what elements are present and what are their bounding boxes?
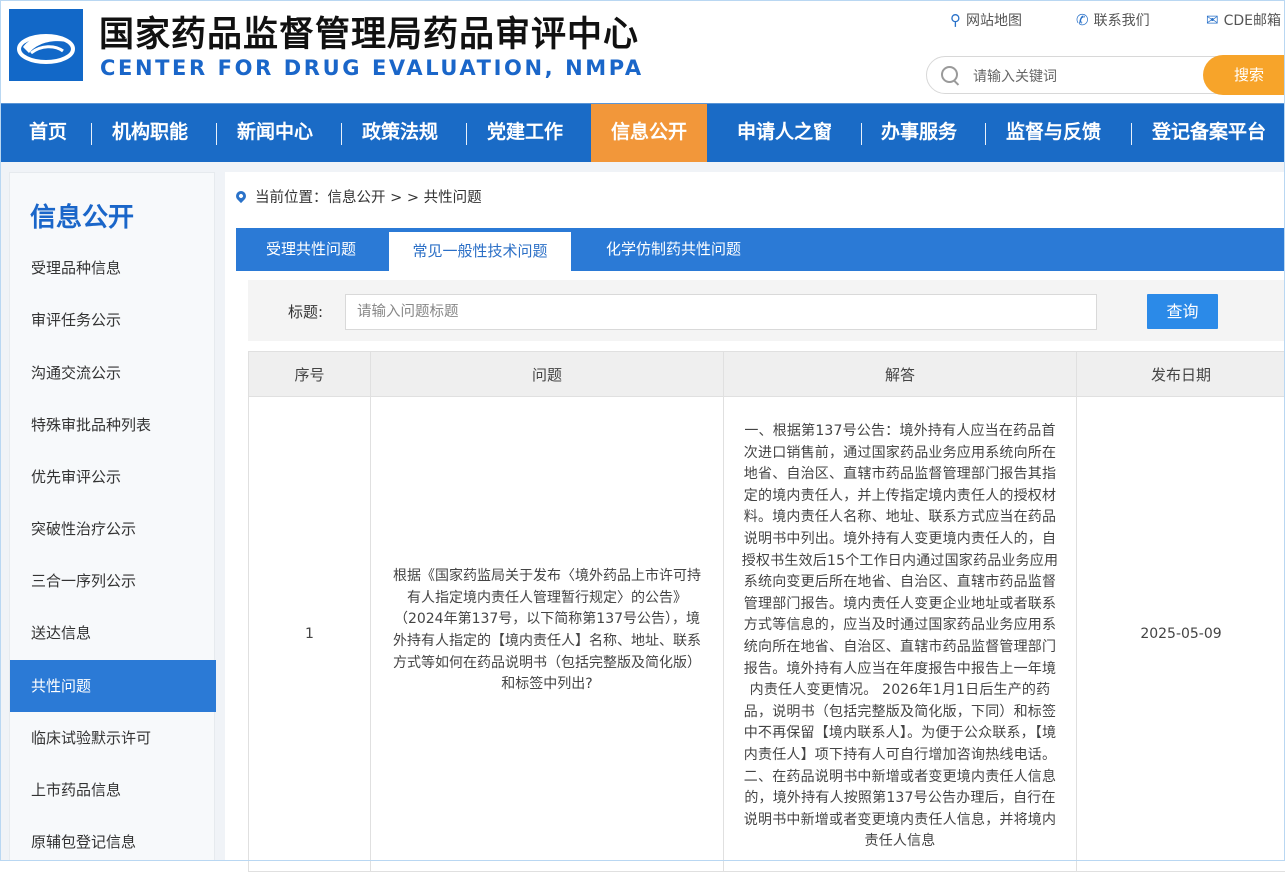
- tab-generic-chemical[interactable]: 化学仿制药共性问题: [571, 228, 776, 271]
- sidebar-item-special-approval[interactable]: 特殊审批品种列表: [10, 399, 216, 451]
- main-nav: 首页 机构职能 新闻中心 政策法规 党建工作 信息公开 申请人之窗 办事服务 监…: [0, 103, 1285, 162]
- nav-separator: [216, 123, 217, 145]
- sidebar-item-api-registration[interactable]: 原辅包登记信息: [10, 816, 216, 868]
- contact-link[interactable]: ✆ 联系我们: [1076, 10, 1150, 30]
- location-pin-icon: [234, 188, 248, 202]
- column-header-answer: 解答: [724, 352, 1077, 397]
- sidebar-item-three-in-one[interactable]: 三合一序列公示: [10, 555, 216, 607]
- site-search-input[interactable]: [971, 63, 1205, 89]
- nav-item-news[interactable]: 新闻中心: [237, 104, 313, 162]
- title-filter-input[interactable]: [345, 294, 1097, 330]
- sidebar-title: 信息公开: [30, 197, 134, 234]
- sidebar-item-common-issues[interactable]: 共性问题: [10, 660, 216, 712]
- nav-item-registration[interactable]: 登记备案平台: [1152, 104, 1266, 162]
- mail-link-label: CDE邮箱: [1224, 10, 1281, 30]
- site-title-cn: 国家药品监督管理局药品审评中心: [99, 6, 639, 57]
- query-button[interactable]: 查询: [1147, 294, 1218, 329]
- site-title-en: CENTER FOR DRUG EVALUATION, NMPA: [100, 56, 644, 80]
- breadcrumb-text: 当前位置：信息公开 > > 共性问题: [255, 186, 482, 207]
- sidebar-item-review-tasks[interactable]: 审评任务公示: [10, 294, 216, 346]
- nav-item-functions[interactable]: 机构职能: [112, 104, 188, 162]
- nav-separator: [861, 123, 862, 145]
- site-logo[interactable]: [9, 9, 83, 81]
- contact-link-label: 联系我们: [1094, 10, 1150, 30]
- mail-link[interactable]: ✉ CDE邮箱: [1206, 10, 1281, 30]
- column-header-date: 发布日期: [1077, 352, 1285, 397]
- table-row: 1 根据《国家药监局关于发布〈境外药品上市许可持有人指定境内责任人管理暂行规定〉…: [249, 397, 1285, 872]
- nav-item-policy[interactable]: 政策法规: [362, 104, 438, 162]
- title-filter-label: 标题:: [288, 301, 323, 322]
- nav-separator: [466, 123, 467, 145]
- sidebar-item-clinical-trial[interactable]: 临床试验默示许可: [10, 712, 216, 764]
- breadcrumb: 当前位置：信息公开 > > 共性问题: [236, 186, 482, 207]
- sidebar-item-breakthrough[interactable]: 突破性治疗公示: [10, 503, 216, 555]
- mail-icon: ✉: [1206, 11, 1219, 29]
- nav-item-home[interactable]: 首页: [29, 104, 67, 162]
- site-search-button[interactable]: 搜索: [1203, 55, 1285, 95]
- nav-item-feedback[interactable]: 监督与反馈: [1006, 104, 1101, 162]
- filter-panel: 标题: 查询: [248, 280, 1285, 341]
- table-header-row: 序号 问题 解答 发布日期: [249, 352, 1285, 397]
- sidebar: 信息公开 受理品种信息 审评任务公示 沟通交流公示 特殊审批品种列表 优先审评公…: [9, 172, 215, 861]
- nav-item-info-disclosure[interactable]: 信息公开: [591, 104, 707, 162]
- nav-item-services[interactable]: 办事服务: [881, 104, 957, 162]
- search-icon: [941, 66, 958, 83]
- row-answer: 一、根据第137号公告：境外持有人应当在药品首次进口销售前，通过国家药品业务应用…: [724, 397, 1077, 872]
- nav-separator: [1131, 123, 1132, 145]
- column-header-question: 问题: [371, 352, 724, 397]
- sidebar-item-priority-review[interactable]: 优先审评公示: [10, 451, 216, 503]
- row-date: 2025-05-09: [1077, 397, 1285, 872]
- map-pin-icon: ⚲: [950, 11, 961, 29]
- issues-table: 序号 问题 解答 发布日期 1 根据《国家药监局关于发布〈境外药品上市许可持有人…: [248, 351, 1285, 872]
- sidebar-item-communication[interactable]: 沟通交流公示: [10, 347, 216, 399]
- sidebar-item-delivery[interactable]: 送达信息: [10, 607, 216, 659]
- column-header-index: 序号: [249, 352, 371, 397]
- row-index: 1: [249, 397, 371, 872]
- nav-item-party[interactable]: 党建工作: [487, 104, 563, 162]
- nav-separator: [341, 123, 342, 145]
- sitemap-link[interactable]: ⚲ 网站地图: [950, 10, 1022, 30]
- phone-icon: ✆: [1076, 11, 1089, 29]
- main-content: 当前位置：信息公开 > > 共性问题 受理共性问题 常见一般性技术问题 化学仿制…: [225, 172, 1285, 861]
- nav-item-applicant[interactable]: 申请人之窗: [737, 104, 832, 162]
- nav-separator: [985, 123, 986, 145]
- logo-emblem-icon: [9, 9, 83, 81]
- sidebar-item-accepted[interactable]: 受理品种信息: [10, 242, 216, 294]
- sidebar-item-marketed-drugs[interactable]: 上市药品信息: [10, 764, 216, 816]
- row-question: 根据《国家药监局关于发布〈境外药品上市许可持有人指定境内责任人管理暂行规定〉的公…: [371, 397, 724, 872]
- nav-separator: [91, 123, 92, 145]
- sitemap-link-label: 网站地图: [966, 10, 1022, 30]
- tab-bar: 受理共性问题 常见一般性技术问题 化学仿制药共性问题: [236, 228, 1285, 271]
- tab-accepted-common[interactable]: 受理共性问题: [236, 228, 386, 271]
- site-header: 国家药品监督管理局药品审评中心 CENTER FOR DRUG EVALUATI…: [0, 0, 1285, 103]
- tab-general-technical[interactable]: 常见一般性技术问题: [389, 232, 571, 271]
